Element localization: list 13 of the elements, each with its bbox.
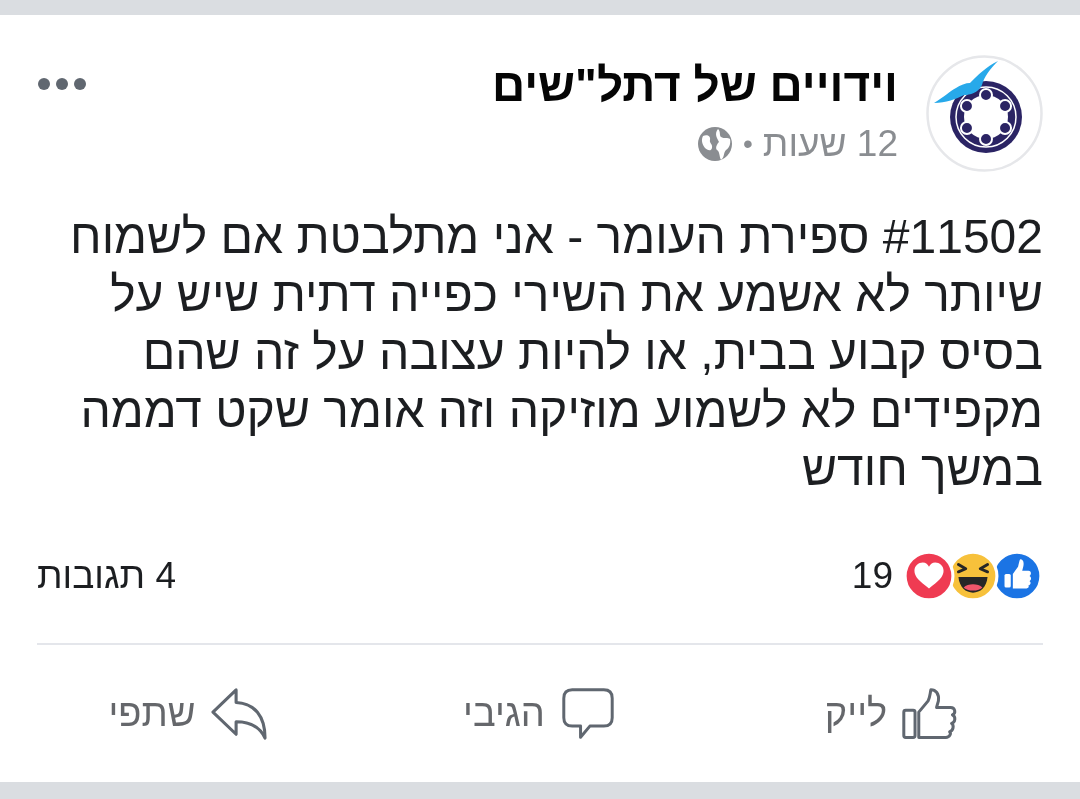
post-time: 12 שעות	[762, 123, 898, 165]
separator-dot: •	[743, 127, 753, 161]
bird-logo-avatar-icon[interactable]	[926, 55, 1043, 172]
comments-count-link[interactable]: 4 תגובות	[37, 555, 176, 597]
comment-button[interactable]: הגיבי	[451, 678, 629, 749]
post-text: #11502 ספירת העומר - אני מתלבטת אם לשמוח שיותר לא אשמע את השירי כפייה דתית שיש על בסיס קבוע בבית, או להיות עצובה על זה שהם מקפידים לא לשמוע מוזיקה וזה אומר שקט דממה במשך חודש	[69, 209, 1043, 497]
share-button[interactable]: שתפי	[96, 678, 280, 749]
more-options-icon[interactable]	[37, 77, 87, 91]
like-button[interactable]: לייק	[812, 678, 972, 749]
share-arrow-icon	[209, 686, 268, 741]
globe-icon	[697, 126, 734, 162]
page-name[interactable]: וידויים של דתל"שים	[491, 59, 898, 111]
reaction-count[interactable]: 19	[851, 555, 893, 597]
